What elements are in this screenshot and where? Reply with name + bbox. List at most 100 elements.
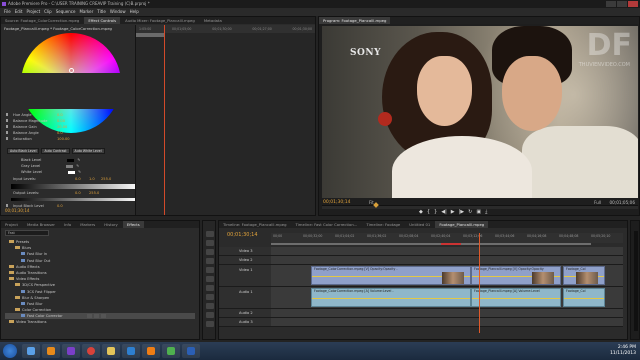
tree-folder-video-transitions[interactable]: Video Transitions — [5, 319, 195, 325]
work-area-bar[interactable] — [271, 243, 591, 245]
timeline-ruler[interactable]: 00;00 00;00;32;00 00;01;04;02 00;01;36;0… — [271, 233, 623, 243]
system-tray-clock[interactable]: 2:46 PM 11/11/2013 — [610, 345, 636, 357]
slip-tool-icon[interactable] — [206, 285, 214, 291]
tab-source[interactable]: Source: Footage_ColorCorrection.mpeg — [1, 17, 83, 24]
track-lane[interactable]: Footage_ColorCorrection.mpeg [A] Volume:… — [271, 287, 623, 308]
video-clip[interactable]: Footage_ColorCorrection.mpeg [V] Opacity… — [311, 266, 471, 285]
timeline-playhead[interactable] — [479, 233, 480, 333]
expand-triangle-icon[interactable] — [6, 113, 9, 116]
white-swatch[interactable] — [68, 170, 76, 174]
output-levels-slider[interactable] — [11, 198, 139, 201]
tab-timeline-2[interactable]: Timeline: Fast Color Correction... — [292, 221, 362, 228]
loop-icon[interactable]: ↻ — [468, 210, 472, 215]
tab-markers[interactable]: Markers — [76, 221, 99, 228]
minimize-button[interactable] — [606, 1, 616, 7]
track-lane[interactable]: Footage_ColorCorrection.mpeg [V] Opacity… — [271, 265, 623, 286]
hand-tool-icon[interactable] — [206, 312, 214, 318]
tab-project[interactable]: Project — [1, 221, 22, 228]
step-back-icon[interactable]: ◀| — [441, 210, 447, 215]
media-player-icon[interactable] — [42, 344, 60, 358]
tab-timeline-4[interactable]: Untitled 01 — [405, 221, 434, 228]
tab-history[interactable]: History — [100, 221, 122, 228]
word-icon[interactable] — [182, 344, 200, 358]
audio-clip[interactable]: Footage_Col — [563, 288, 605, 307]
photoshop-icon[interactable] — [122, 344, 140, 358]
gray-swatch[interactable] — [66, 164, 74, 168]
ripple-edit-tool-icon[interactable] — [206, 249, 214, 255]
rolling-edit-tool-icon[interactable] — [206, 258, 214, 264]
track-lane[interactable] — [271, 318, 623, 326]
selection-tool-icon[interactable] — [206, 231, 214, 237]
auto-contrast-button[interactable]: Auto Contrast — [41, 148, 70, 154]
track-header[interactable]: Video 2 — [219, 256, 271, 264]
expand-triangle-icon[interactable] — [6, 119, 9, 122]
expand-triangle-icon[interactable] — [6, 131, 9, 134]
rate-stretch-tool-icon[interactable] — [206, 267, 214, 273]
volume-line[interactable] — [472, 297, 560, 299]
menu-marker[interactable]: Marker — [79, 8, 93, 16]
tab-effect-controls[interactable]: Effect Controls — [84, 17, 121, 24]
effect-timeline-ruler[interactable]: 1:05:00 00;01;05;00 00;01;30;00 00;01;27… — [136, 25, 315, 33]
menu-project[interactable]: Project — [26, 8, 40, 16]
export-icon[interactable]: ⤓ — [485, 210, 487, 215]
premiere-icon[interactable] — [62, 344, 80, 358]
expand-triangle-icon[interactable] — [6, 137, 9, 140]
black-swatch[interactable] — [67, 158, 75, 162]
effect-timecode[interactable]: 00;01;30;14 — [5, 208, 29, 213]
input-levels-slider[interactable] — [11, 184, 139, 189]
step-forward-icon[interactable]: |▶ — [459, 210, 465, 215]
tab-timeline-active[interactable]: Footage_Plancalll.mpeg — [435, 221, 489, 228]
slide-tool-icon[interactable] — [206, 294, 214, 300]
menu-edit[interactable]: Edit — [15, 8, 23, 16]
menu-help[interactable]: Help — [130, 8, 139, 16]
track-header[interactable]: Audio 1 — [219, 287, 271, 308]
input-black-value[interactable]: 0.0 — [75, 177, 81, 181]
close-button[interactable] — [628, 1, 638, 7]
razor-tool-icon[interactable] — [206, 276, 214, 282]
zoom-tool-icon[interactable] — [206, 321, 214, 327]
track-lane[interactable] — [271, 309, 623, 317]
prop-value[interactable]: 100.00 — [57, 136, 70, 142]
tab-media-browser[interactable]: Media Browser — [23, 221, 59, 228]
effects-search-input[interactable]: Fast — [5, 230, 49, 236]
video-clip[interactable]: Footage_Plancalll.mpeg [V] Opacity:Opaci… — [471, 266, 561, 285]
in-icon[interactable]: { — [427, 210, 430, 215]
output-white-value[interactable]: 255.0 — [89, 191, 99, 195]
auto-black-level-button[interactable]: Auto Black Level — [7, 148, 40, 154]
audio-clip[interactable]: Footage_ColorCorrection.mpeg [A] Volume:… — [311, 288, 471, 307]
maximize-button[interactable] — [617, 1, 627, 7]
menu-sequence[interactable]: Sequence — [56, 8, 76, 16]
balance-handle[interactable] — [69, 68, 74, 73]
track-lane[interactable] — [271, 247, 623, 255]
paint-icon[interactable] — [162, 344, 180, 358]
input-white-value[interactable]: 255.0 — [101, 177, 111, 181]
input-gray-value[interactable]: 1.0 — [89, 177, 95, 181]
eyedropper-icon[interactable]: ✎ — [78, 169, 81, 175]
menu-window[interactable]: Window — [110, 8, 126, 16]
start-button[interactable] — [3, 344, 17, 358]
effect-timeline[interactable]: 1:05:00 00;01;05;00 00;01;30;00 00;01;27… — [135, 25, 315, 215]
prop-saturation[interactable]: Saturation 100.00 — [5, 136, 133, 142]
video-clip[interactable]: Footage_Col — [563, 266, 605, 285]
vlc-icon[interactable] — [142, 344, 160, 358]
output-black-value[interactable]: 0.0 — [75, 191, 81, 195]
tab-info[interactable]: Info — [60, 221, 75, 228]
tab-timeline-3[interactable]: Timeline: Footage — [362, 221, 404, 228]
safe-icon[interactable]: ▣ — [476, 210, 481, 215]
auto-white-level-button[interactable]: Auto White Level — [71, 148, 105, 154]
effect-playhead[interactable] — [164, 25, 165, 215]
explorer-icon[interactable] — [22, 344, 40, 358]
track-header[interactable]: Video 3 — [219, 247, 271, 255]
play-icon[interactable]: ▶ — [451, 210, 455, 215]
menu-clip[interactable]: Clip — [44, 8, 52, 16]
audio-clip[interactable]: Footage_Plancalll.mpeg [A] Volume:Level — [471, 288, 561, 307]
track-select-tool-icon[interactable] — [206, 240, 214, 246]
menu-title[interactable]: Title — [97, 8, 106, 16]
volume-line[interactable] — [564, 297, 604, 299]
marker-icon[interactable]: ◆ — [419, 210, 423, 215]
folder-icon[interactable] — [102, 344, 120, 358]
expand-triangle-icon[interactable] — [6, 204, 9, 207]
track-lane[interactable] — [271, 256, 623, 264]
track-header[interactable]: Audio 2 — [219, 309, 271, 317]
tab-effects[interactable]: Effects — [122, 221, 144, 228]
